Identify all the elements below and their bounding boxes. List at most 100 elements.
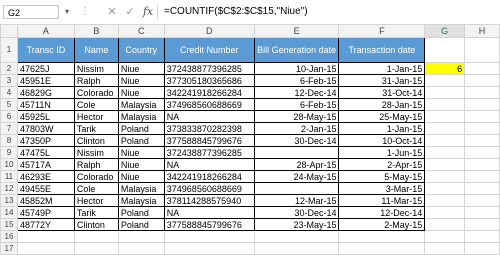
cell[interactable] [464,182,500,195]
data-cell[interactable]: Niue [117,62,165,75]
data-cell[interactable]: Malaysia [117,182,165,195]
data-cell[interactable] [253,182,340,195]
header-cell-bill-generation-date[interactable]: Bill Generation date [253,37,340,63]
data-cell[interactable]: 2-May-15 [338,218,426,231]
data-cell[interactable]: 45951E [16,74,75,87]
cell[interactable] [338,242,426,255]
data-cell[interactable]: 45717A [16,158,75,171]
data-cell[interactable]: 10-Oct-14 [338,134,426,147]
data-cell[interactable]: NA [163,110,255,123]
data-cell[interactable]: 31-Jan-15 [338,74,426,87]
row-header[interactable]: 1 [0,37,18,63]
cell[interactable] [464,98,500,111]
data-cell[interactable]: 25-May-15 [338,110,426,123]
data-cell[interactable]: 24-May-15 [253,170,340,183]
data-cell[interactable]: 3-Mar-15 [338,182,426,195]
cell[interactable] [424,74,466,87]
data-cell[interactable]: 372438877396285 [163,146,255,159]
cell[interactable] [464,37,500,63]
data-cell[interactable]: Cole [73,182,119,195]
cell[interactable] [464,134,500,147]
row-header[interactable]: 2 [0,62,18,75]
row-header[interactable]: 13 [0,194,18,207]
data-cell[interactable]: 342241918266284 [163,86,255,99]
data-cell[interactable]: 48772Y [16,218,75,231]
cell[interactable] [464,62,500,75]
data-cell[interactable]: Tarik [73,206,119,219]
data-cell[interactable]: 11-Mar-15 [338,194,426,207]
cell[interactable] [424,206,466,219]
cell[interactable] [424,182,466,195]
cell[interactable] [464,122,500,135]
data-cell[interactable]: Poland [117,206,165,219]
data-cell[interactable]: 12-Mar-15 [253,194,340,207]
data-cell[interactable]: 46829G [16,86,75,99]
cell[interactable] [163,242,255,255]
data-cell[interactable]: 45749P [16,206,75,219]
data-cell[interactable]: 49455E [16,182,75,195]
data-cell[interactable]: Poland [117,122,165,135]
data-cell[interactable]: 2-Apr-15 [338,158,426,171]
cancel-icon[interactable]: ✕ [104,5,120,19]
cell[interactable] [424,194,466,207]
row-header[interactable]: 11 [0,170,18,183]
data-cell[interactable]: 372438877396285 [163,62,255,75]
row-header[interactable]: 10 [0,158,18,171]
countif-result-cell[interactable]: 6 [424,62,466,75]
cell[interactable] [424,37,466,63]
data-cell[interactable]: 47475L [16,146,75,159]
data-cell[interactable]: Ralph [73,74,119,87]
data-cell[interactable]: NA [163,206,255,219]
row-header[interactable]: 16 [0,230,18,243]
row-header[interactable]: 3 [0,74,18,87]
data-cell[interactable]: 374968560688669 [163,182,255,195]
data-cell[interactable]: Niue [117,74,165,87]
cell[interactable] [424,218,466,231]
data-cell[interactable]: Ralph [73,158,119,171]
cell[interactable] [424,146,466,159]
data-cell[interactable]: Poland [117,218,165,231]
data-cell[interactable]: 377588845799676 [163,134,255,147]
data-cell[interactable]: Malaysia [117,98,165,111]
data-cell[interactable]: Poland [117,134,165,147]
data-cell[interactable]: 23-May-15 [253,218,340,231]
data-cell[interactable]: 45711N [16,98,75,111]
header-cell-transaction-date[interactable]: Transaction date [338,37,426,63]
name-box-dropdown-icon[interactable]: ▾ [62,5,72,19]
cell[interactable] [464,170,500,183]
row-header[interactable]: 4 [0,86,18,99]
column-header-h[interactable]: H [464,24,500,38]
column-header-g[interactable]: G [424,24,466,38]
data-cell[interactable]: Niue [117,146,165,159]
data-cell[interactable]: 5-May-15 [338,170,426,183]
data-cell[interactable]: 31-Oct-14 [338,86,426,99]
data-cell[interactable]: Niue [117,158,165,171]
data-cell[interactable]: Colorado [73,170,119,183]
row-header[interactable]: 9 [0,146,18,159]
data-cell[interactable]: Clinton [73,218,119,231]
data-cell[interactable]: Hector [73,194,119,207]
enter-icon[interactable]: ✓ [122,5,138,19]
data-cell[interactable]: 6-Feb-15 [253,98,340,111]
data-cell[interactable]: 47803W [16,122,75,135]
formula-input[interactable]: =COUNTIF($C$2:$C$15,"Niue") [157,5,500,19]
column-header-a[interactable]: A [16,24,75,38]
row-header[interactable]: 12 [0,182,18,195]
data-cell[interactable]: Malaysia [117,110,165,123]
data-cell[interactable]: 12-Dec-14 [338,206,426,219]
data-cell[interactable]: Niue [117,170,165,183]
data-cell[interactable]: 12-Dec-14 [253,86,340,99]
select-all-corner[interactable] [0,24,18,38]
data-cell[interactable]: 10-Jan-15 [253,62,340,75]
cell[interactable] [464,146,500,159]
data-cell[interactable]: Cole [73,98,119,111]
cell[interactable] [424,98,466,111]
cell[interactable] [424,122,466,135]
header-cell-transc-id[interactable]: Transc ID [16,37,75,63]
cell[interactable] [163,230,255,243]
data-cell[interactable]: 28-Apr-15 [253,158,340,171]
row-header[interactable]: 8 [0,134,18,147]
data-cell[interactable]: 30-Dec-14 [253,134,340,147]
data-cell[interactable]: 45852M [16,194,75,207]
data-cell[interactable]: 28-May-15 [253,110,340,123]
